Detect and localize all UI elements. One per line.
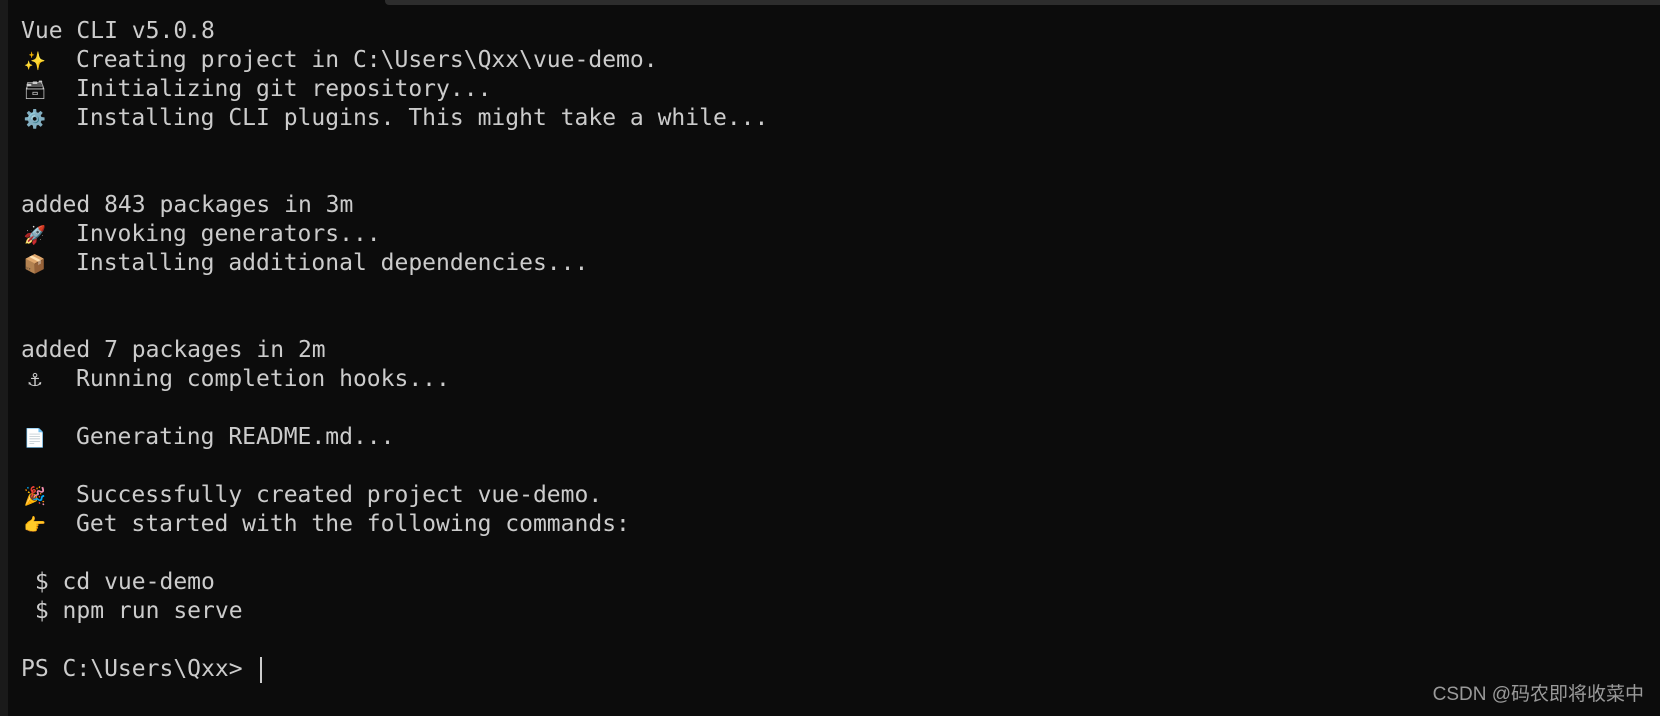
terminal-line: 🗃 Initializing git repository... — [21, 75, 1621, 104]
terminal-line: added 7 packages in 2m — [21, 336, 1621, 365]
terminal-line: 📄 Generating README.md... — [21, 423, 1621, 452]
line-text: Installing CLI plugins. This might take … — [76, 105, 769, 131]
line-text: $ cd vue-demo — [21, 569, 215, 595]
party-popper-icon: 🎉 — [23, 486, 47, 507]
pointing-right-icon: 👉 — [23, 515, 47, 536]
watermark: CSDN @码农即将收菜中 — [1432, 684, 1644, 705]
line-text: Vue CLI v5.0.8 — [21, 18, 215, 44]
line-text: added 7 packages in 2m — [21, 337, 326, 363]
text-cursor — [260, 656, 263, 683]
rocket-icon: 🚀 — [23, 225, 47, 246]
terminal-line: 🎉 Successfully created project vue-demo. — [21, 481, 1621, 510]
line-text: Installing additional dependencies... — [76, 250, 589, 276]
terminal-line: 👉 Get started with the following commands… — [21, 510, 1621, 539]
window-left-edge — [0, 0, 8, 716]
title-bar-strip — [385, 0, 1660, 5]
sparkles-icon: ✨ — [23, 51, 47, 72]
line-text: Running completion hooks... — [76, 366, 450, 392]
line-text: Get started with the following commands: — [76, 511, 630, 537]
terminal-line: 🚀 Invoking generators... — [21, 220, 1621, 249]
anchor-icon: ⚓ — [26, 370, 44, 391]
terminal-line: $ cd vue-demo — [21, 568, 1621, 597]
terminal-line: 📦 Installing additional dependencies... — [21, 249, 1621, 278]
terminal-line: $ npm run serve — [21, 597, 1621, 626]
line-text: added 843 packages in 3m — [21, 192, 354, 218]
card-file-box-icon: 🗃 — [23, 80, 47, 101]
terminal-line: ⚙️ Installing CLI plugins. This might tak… — [21, 104, 1621, 133]
terminal-line: added 843 packages in 3m — [21, 191, 1621, 220]
line-text: Successfully created project vue-demo. — [76, 482, 603, 508]
terminal-window[interactable]: Vue CLI v5.0.8 ✨ Creating project in C:\Us… — [0, 0, 1660, 716]
line-text: Initializing git repository... — [76, 76, 492, 102]
line-text: $ npm run serve — [21, 598, 243, 624]
line-text: Invoking generators... — [76, 221, 381, 247]
terminal-output: Vue CLI v5.0.8 ✨ Creating project in C:\Us… — [21, 17, 1621, 684]
page-icon: 📄 — [23, 428, 47, 449]
terminal-line: Vue CLI v5.0.8 — [21, 17, 1621, 46]
line-text: Generating README.md... — [76, 424, 395, 450]
package-icon: 📦 — [23, 254, 47, 275]
gear-icon: ⚙️ — [23, 109, 47, 130]
terminal-line: ✨ Creating project in C:\Users\Qxx\vue-de… — [21, 46, 1621, 75]
line-text: Creating project in C:\Users\Qxx\vue-dem… — [76, 47, 658, 73]
prompt-text: PS C:\Users\Qxx> — [21, 656, 257, 682]
terminal-line: ⚓ Running completion hooks... — [21, 365, 1621, 394]
prompt-line[interactable]: PS C:\Users\Qxx> — [21, 655, 1621, 684]
